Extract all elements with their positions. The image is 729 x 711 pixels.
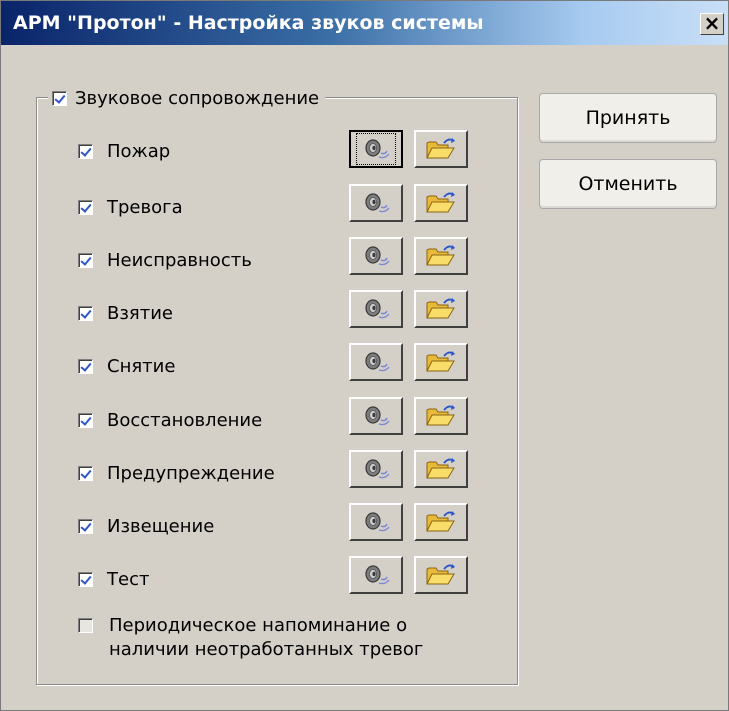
sound-accompaniment-label: Звуковое сопровождение: [75, 87, 320, 109]
folder-open-icon: [424, 509, 458, 535]
periodic-reminder-toggle[interactable]: Периодическое напоминание о наличии неот…: [78, 614, 423, 662]
speaker-icon: [359, 349, 393, 375]
event-checkbox[interactable]: [78, 143, 93, 159]
title-bar: АРМ "Протон" - Настройка звуков системы …: [1, 1, 728, 45]
close-button[interactable]: ×: [700, 13, 724, 35]
event-checkbox[interactable]: [78, 305, 93, 321]
play-sound-button[interactable]: [349, 343, 403, 381]
periodic-reminder-label-line1: Периодическое напоминание о: [109, 615, 408, 636]
open-sound-file-button[interactable]: [414, 397, 468, 435]
event-row-notice[interactable]: Извещение: [78, 509, 214, 543]
open-sound-file-button[interactable]: [414, 130, 468, 168]
play-sound-button[interactable]: [349, 503, 403, 541]
event-checkbox[interactable]: [78, 412, 93, 428]
event-label: Извещение: [107, 515, 215, 537]
speaker-icon: [359, 456, 393, 482]
sound-accompaniment-checkbox[interactable]: [52, 90, 67, 106]
folder-open-icon: [424, 296, 458, 322]
speaker-icon: [359, 509, 393, 535]
event-label: Предупреждение: [107, 462, 275, 484]
play-sound-button[interactable]: [349, 237, 403, 275]
event-row-fault[interactable]: Неисправность: [78, 243, 252, 277]
event-row-test[interactable]: Тест: [78, 562, 149, 596]
event-row-disarm[interactable]: Снятие: [78, 349, 175, 383]
play-sound-button[interactable]: [349, 450, 403, 488]
event-checkbox[interactable]: [78, 518, 93, 534]
event-label: Тревога: [107, 196, 183, 218]
folder-open-icon: [424, 349, 458, 375]
folder-open-icon: [424, 562, 458, 588]
event-checkbox[interactable]: [78, 252, 93, 268]
speaker-icon: [359, 296, 393, 322]
open-sound-file-button[interactable]: [414, 184, 468, 222]
event-checkbox[interactable]: [78, 199, 93, 215]
folder-open-icon: [424, 190, 458, 216]
open-sound-file-button[interactable]: [414, 556, 468, 594]
periodic-reminder-checkbox[interactable]: [78, 618, 93, 633]
play-sound-button[interactable]: [349, 290, 403, 328]
event-label: Тест: [107, 568, 150, 590]
play-sound-button[interactable]: [349, 184, 403, 222]
window-title: АРМ "Протон" - Настройка звуков системы: [13, 12, 484, 34]
event-row-warning[interactable]: Предупреждение: [78, 456, 275, 490]
event-label: Снятие: [107, 355, 176, 377]
cancel-button[interactable]: Отменить: [539, 159, 717, 209]
event-checkbox[interactable]: [78, 465, 93, 481]
event-label: Взятие: [107, 302, 174, 324]
play-sound-button[interactable]: [349, 130, 403, 168]
play-sound-button[interactable]: [349, 397, 403, 435]
speaker-icon: [359, 243, 393, 269]
folder-open-icon: [424, 136, 458, 162]
open-sound-file-button[interactable]: [414, 450, 468, 488]
folder-open-icon: [424, 243, 458, 269]
play-sound-button[interactable]: [349, 556, 403, 594]
folder-open-icon: [424, 403, 458, 429]
event-label: Неисправность: [107, 249, 252, 271]
speaker-icon: [356, 133, 396, 165]
open-sound-file-button[interactable]: [414, 343, 468, 381]
event-label: Восстановление: [107, 409, 263, 431]
folder-open-icon: [424, 456, 458, 482]
event-row-restore[interactable]: Восстановление: [78, 403, 262, 437]
event-row-fire[interactable]: Пожар: [78, 134, 170, 168]
accept-button[interactable]: Принять: [539, 93, 717, 143]
open-sound-file-button[interactable]: [414, 290, 468, 328]
event-checkbox[interactable]: [78, 571, 93, 587]
periodic-reminder-label-line2: наличии неотработанных тревог: [109, 639, 424, 660]
open-sound-file-button[interactable]: [414, 503, 468, 541]
event-label: Пожар: [107, 140, 171, 162]
speaker-icon: [359, 403, 393, 429]
speaker-icon: [359, 562, 393, 588]
event-row-arm[interactable]: Взятие: [78, 296, 173, 330]
close-icon: ×: [703, 11, 721, 35]
sound-accompaniment-toggle[interactable]: Звуковое сопровождение: [48, 86, 326, 110]
event-checkbox[interactable]: [78, 358, 93, 374]
open-sound-file-button[interactable]: [414, 237, 468, 275]
event-row-alarm[interactable]: Тревога: [78, 190, 183, 224]
speaker-icon: [359, 190, 393, 216]
